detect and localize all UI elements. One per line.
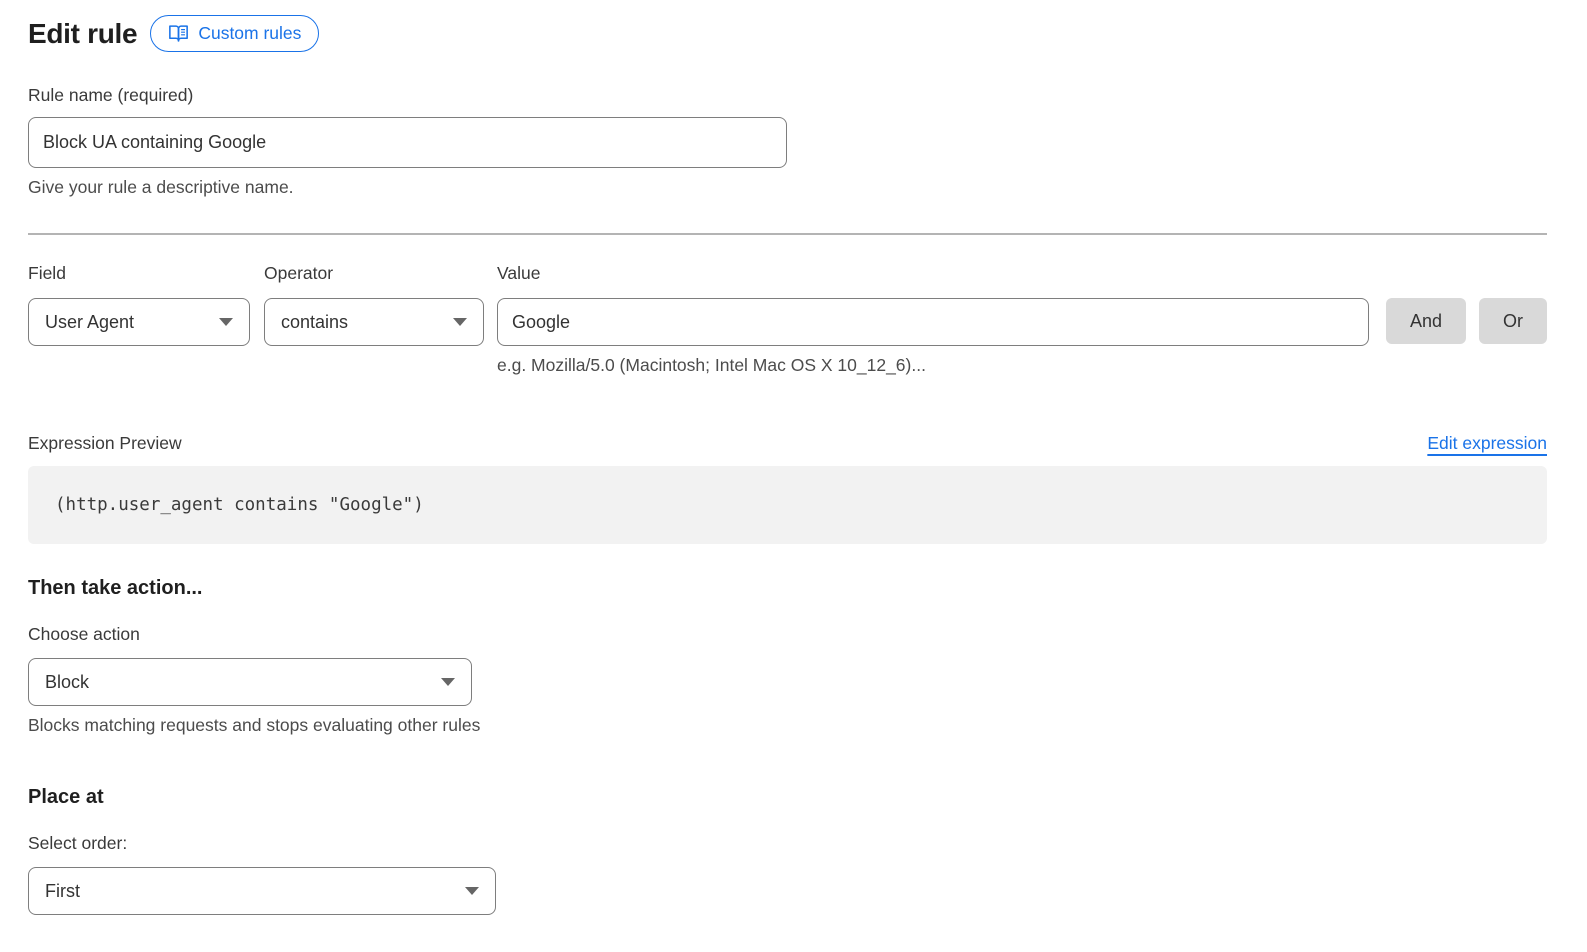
edit-expression-link[interactable]: Edit expression: [1427, 433, 1547, 454]
field-label: Field: [28, 263, 250, 284]
section-divider: [28, 233, 1547, 235]
chevron-down-icon: [219, 318, 233, 326]
value-input[interactable]: [497, 298, 1369, 346]
operator-select-value: contains: [281, 312, 348, 333]
placement-section: Place at Select order: First: [28, 786, 1547, 915]
field-select-value: User Agent: [45, 312, 134, 333]
rule-name-section: Rule name (required) Give your rule a de…: [28, 85, 1547, 198]
action-section: Then take action... Choose action Block …: [28, 577, 1547, 736]
rule-name-input[interactable]: [28, 117, 787, 168]
page-header: Edit rule Custom rules: [28, 15, 1547, 52]
operator-label: Operator: [264, 263, 484, 284]
action-heading: Then take action...: [28, 577, 1547, 600]
chevron-down-icon: [441, 678, 455, 686]
page-title: Edit rule: [28, 18, 137, 50]
operator-column: Operator contains: [264, 263, 484, 346]
expression-preview-header: Expression Preview Edit expression: [28, 433, 1547, 454]
order-select[interactable]: First: [28, 867, 496, 915]
book-icon: [168, 24, 189, 43]
action-help: Blocks matching requests and stops evalu…: [28, 715, 1547, 736]
value-column: Value e.g. Mozilla/5.0 (Macintosh; Intel…: [497, 263, 1369, 376]
operator-select[interactable]: contains: [264, 298, 484, 346]
value-help: e.g. Mozilla/5.0 (Macintosh; Intel Mac O…: [497, 355, 1369, 376]
expression-preview-code: (http.user_agent contains "Google"): [28, 466, 1547, 544]
expression-preview-label: Expression Preview: [28, 433, 182, 454]
action-select-value: Block: [45, 672, 89, 693]
field-column: Field User Agent: [28, 263, 250, 346]
and-button[interactable]: And: [1386, 298, 1466, 344]
expression-builder-row: Field User Agent Operator contains Value…: [28, 263, 1547, 376]
field-select[interactable]: User Agent: [28, 298, 250, 346]
or-button[interactable]: Or: [1479, 298, 1547, 344]
rule-name-help: Give your rule a descriptive name.: [28, 177, 1547, 198]
custom-rules-button-label: Custom rules: [198, 23, 301, 44]
custom-rules-button[interactable]: Custom rules: [150, 15, 319, 52]
choose-action-label: Choose action: [28, 624, 1547, 645]
value-label: Value: [497, 263, 1369, 284]
order-select-value: First: [45, 881, 80, 902]
action-select[interactable]: Block: [28, 658, 472, 706]
rule-name-label: Rule name (required): [28, 85, 1547, 106]
chevron-down-icon: [453, 318, 467, 326]
select-order-label: Select order:: [28, 833, 1547, 854]
chevron-down-icon: [465, 887, 479, 895]
place-at-heading: Place at: [28, 786, 1547, 809]
